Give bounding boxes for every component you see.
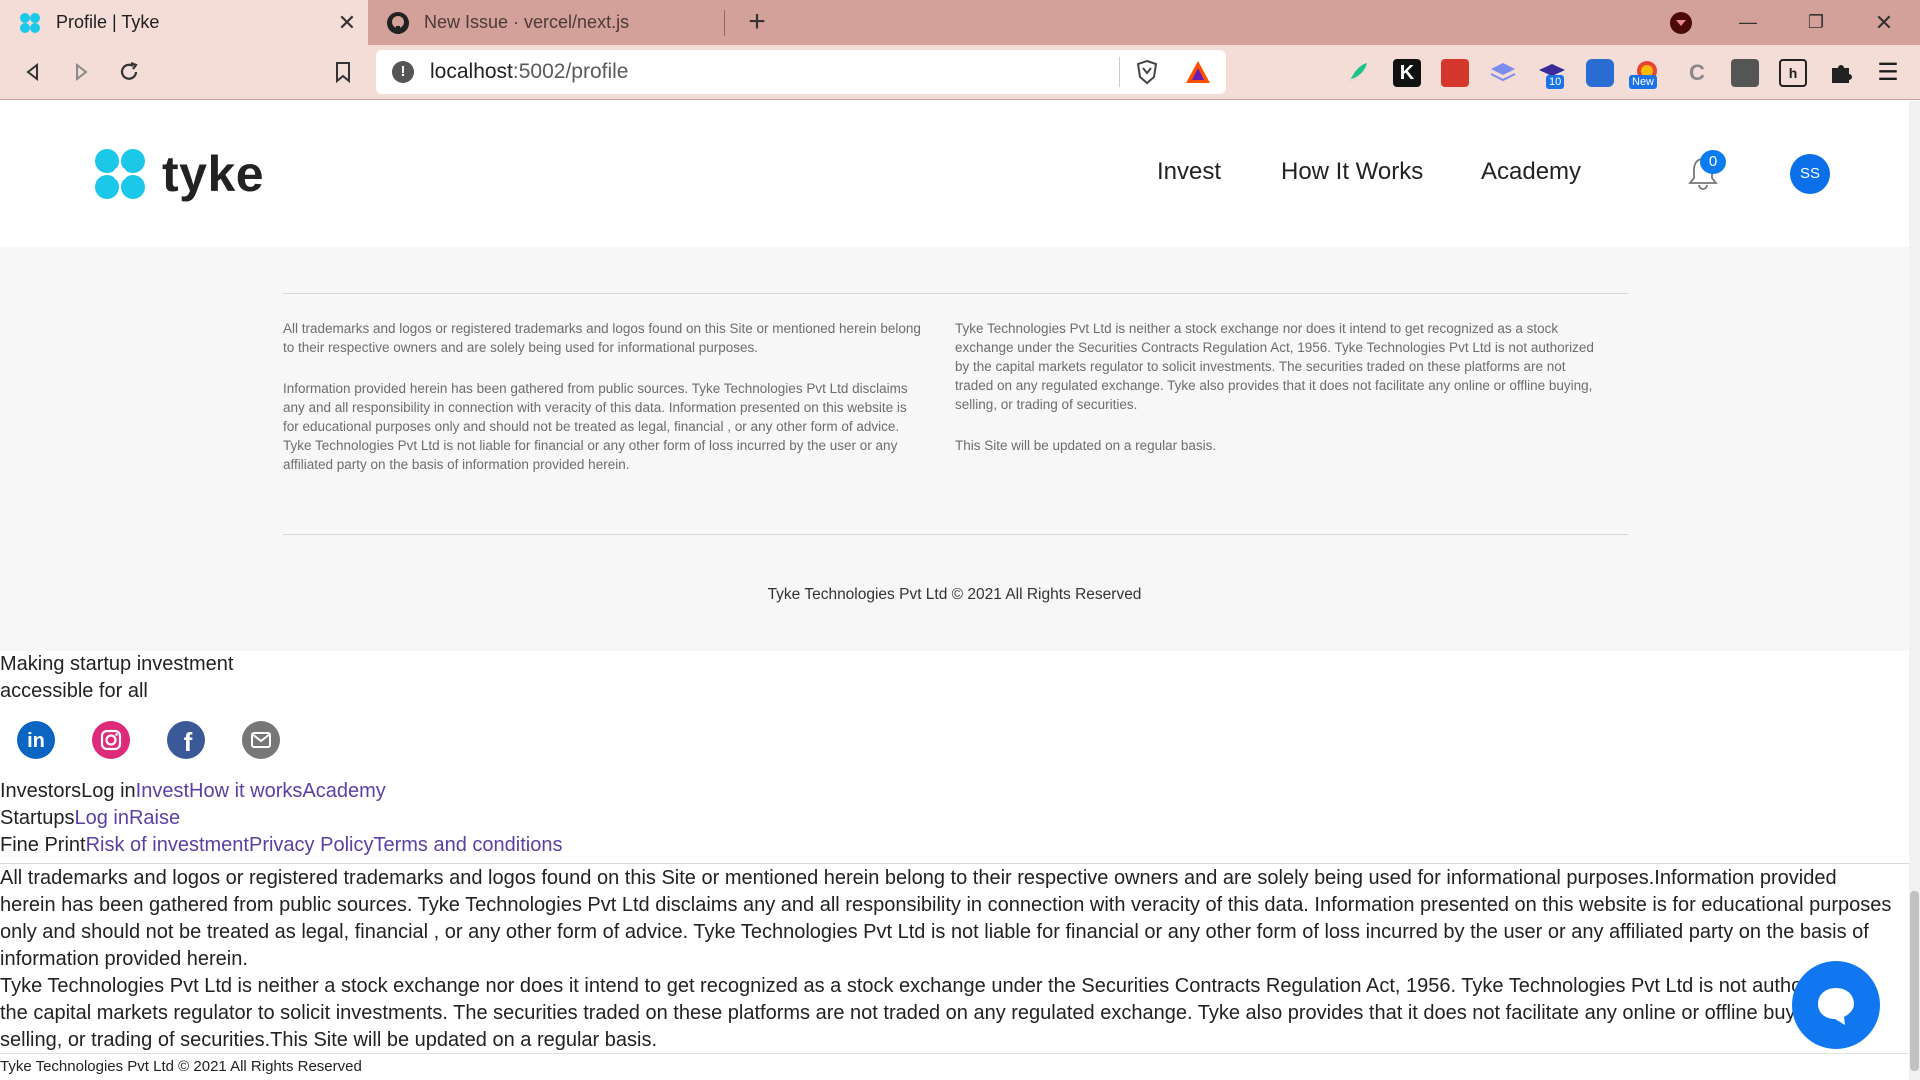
linkedin-icon[interactable]: in	[17, 721, 55, 759]
chat-widget-button[interactable]	[1792, 961, 1880, 1049]
tab-title: New Issue · vercel/next.js	[424, 12, 630, 32]
instagram-icon[interactable]	[92, 721, 130, 759]
extension-feather-icon[interactable]	[1343, 59, 1371, 87]
footer-startups-row: StartupsLog inRaise	[0, 805, 180, 832]
tab-profile-tyke[interactable]: Profile | Tyke ✕	[0, 0, 368, 45]
url-divider	[1119, 57, 1120, 87]
footer-link-invest[interactable]: Invest	[136, 780, 189, 802]
browser-menu-icon[interactable]: ☰	[1874, 59, 1902, 87]
svg-text:in: in	[27, 730, 45, 752]
extension-badge-new: New	[1629, 75, 1658, 89]
logo-text: tyke	[162, 146, 265, 202]
bookmark-button[interactable]	[328, 57, 358, 87]
investors-label: Investors	[0, 780, 82, 802]
disclaimer-updates: This Site will be updated on a regular b…	[955, 438, 1217, 453]
svg-text:f: f	[184, 727, 193, 757]
scrollbar-thumb[interactable]	[1910, 891, 1919, 1071]
site-info-icon[interactable]: !	[392, 61, 414, 83]
email-icon[interactable]	[242, 721, 280, 759]
footer-divider	[0, 863, 1909, 864]
page-viewport: tyke Invest How It Works Academy 0 SS Al…	[0, 101, 1920, 1080]
extension-c-icon[interactable]: C	[1683, 59, 1711, 87]
user-avatar[interactable]: SS	[1790, 154, 1830, 194]
footer-link-startup-login[interactable]: Log in	[74, 807, 129, 829]
extension-screenshot-icon[interactable]	[1586, 59, 1614, 87]
bottom-divider	[283, 534, 1628, 535]
extension-layers-icon[interactable]	[1489, 59, 1517, 87]
brave-rewards-icon[interactable]	[1184, 59, 1212, 85]
startups-label: Startups	[0, 807, 75, 829]
footer-link-privacy-policy[interactable]: Privacy Policy	[249, 834, 373, 856]
bookmark-icon	[336, 62, 350, 83]
extension-k-icon[interactable]: K	[1393, 59, 1421, 87]
tagline-line-2: accessible for all	[0, 680, 148, 702]
nav-invest[interactable]: Invest	[1157, 158, 1221, 186]
tyke-favicon-icon	[20, 12, 40, 33]
extension-color-icon[interactable]: New	[1629, 59, 1661, 89]
notification-count-badge: 0	[1700, 150, 1726, 174]
disclaimer-information: Information provided herein has been gat…	[283, 381, 908, 472]
extension-book-icon[interactable]	[1731, 59, 1759, 87]
disclaimer-section: All trademarks and logos or registered t…	[0, 247, 1909, 651]
tyke-logo-icon	[95, 149, 145, 199]
reload-button[interactable]	[114, 57, 144, 87]
brave-shield-icon[interactable]	[1134, 59, 1160, 85]
url-text: localhost:5002/profile	[430, 60, 629, 83]
facebook-icon[interactable]: f	[167, 721, 205, 759]
footer-fine-print-row: Fine PrintRisk of investmentPrivacy Poli…	[0, 832, 562, 859]
back-button[interactable]	[18, 57, 48, 87]
github-icon	[387, 11, 409, 34]
extensions-puzzle-icon[interactable]	[1827, 59, 1855, 87]
reload-icon	[120, 61, 138, 80]
back-arrow-icon	[26, 62, 38, 82]
disclaimer-stock-exchange: Tyke Technologies Pvt Ltd is neither a s…	[955, 321, 1594, 412]
tab-divider	[724, 10, 725, 36]
footer-tagline: Making startup investment accessible for…	[0, 651, 233, 705]
brave-menu-icon[interactable]	[1670, 12, 1692, 34]
footer-investors-row: InvestorsLog inInvestHow it worksAcademy	[0, 778, 386, 805]
forward-arrow-icon	[76, 62, 88, 82]
disclaimer-trademarks: All trademarks and logos or registered t…	[283, 321, 921, 355]
nav-academy[interactable]: Academy	[1481, 158, 1581, 186]
browser-tab-strip: Profile | Tyke ✕ New Issue · vercel/next…	[0, 0, 1920, 45]
site-header: tyke Invest How It Works Academy 0 SS	[0, 101, 1909, 247]
footer-disclaimer-text: All trademarks and logos or registered t…	[0, 865, 1895, 1054]
top-divider	[283, 293, 1628, 294]
tab-new-issue[interactable]: New Issue · vercel/next.js	[368, 0, 724, 45]
disclaimer-left-column: All trademarks and logos or registered t…	[283, 319, 923, 496]
footer-bottom-divider	[0, 1053, 1909, 1054]
footer-disclaimer-paragraph-2: Tyke Technologies Pvt Ltd is neither a s…	[0, 975, 1873, 1051]
page-scrollbar[interactable]	[1909, 101, 1920, 1080]
nav-how-it-works[interactable]: How It Works	[1281, 158, 1423, 186]
extension-graduation-icon[interactable]: 10	[1538, 59, 1566, 89]
new-tab-button[interactable]: +	[740, 6, 774, 40]
footer-link-risk-of-investment[interactable]: Risk of investment	[86, 834, 249, 856]
copyright-text: Tyke Technologies Pvt Ltd © 2021 All Rig…	[767, 586, 1142, 603]
footer-copyright: Tyke Technologies Pvt Ltd © 2021 All Rig…	[0, 1058, 362, 1075]
disclaimer-right-column: Tyke Technologies Pvt Ltd is neither a s…	[955, 319, 1595, 477]
restore-button[interactable]: ❐	[1786, 0, 1846, 45]
footer-link-academy[interactable]: Academy	[302, 780, 385, 802]
footer-link-terms[interactable]: Terms and conditions	[373, 834, 562, 856]
minimize-button[interactable]: —	[1718, 0, 1778, 45]
footer-link-raise[interactable]: Raise	[129, 807, 180, 829]
footer-link-how-it-works[interactable]: How it works	[189, 780, 302, 802]
extension-h-icon[interactable]: h	[1779, 59, 1807, 87]
tyke-logo[interactable]: tyke	[92, 145, 264, 203]
tab-title: Profile | Tyke	[56, 12, 160, 32]
investors-login-text: Log in	[81, 780, 136, 802]
fine-print-label: Fine Print	[0, 834, 86, 856]
browser-toolbar: ! localhost:5002/profile K 10 New C h ☰	[0, 45, 1920, 100]
forward-button[interactable]	[66, 57, 96, 87]
close-tab-icon[interactable]: ✕	[336, 11, 358, 34]
extension-react-devtools-icon[interactable]	[1441, 59, 1469, 87]
extension-badge-count: 10	[1546, 75, 1565, 89]
chat-icon	[1818, 988, 1854, 1025]
close-window-button[interactable]: ✕	[1854, 0, 1914, 45]
tagline-line-1: Making startup investment	[0, 653, 234, 675]
footer-disclaimer-paragraph-1: All trademarks and logos or registered t…	[0, 867, 1892, 970]
address-bar[interactable]: ! localhost:5002/profile	[376, 50, 1226, 94]
